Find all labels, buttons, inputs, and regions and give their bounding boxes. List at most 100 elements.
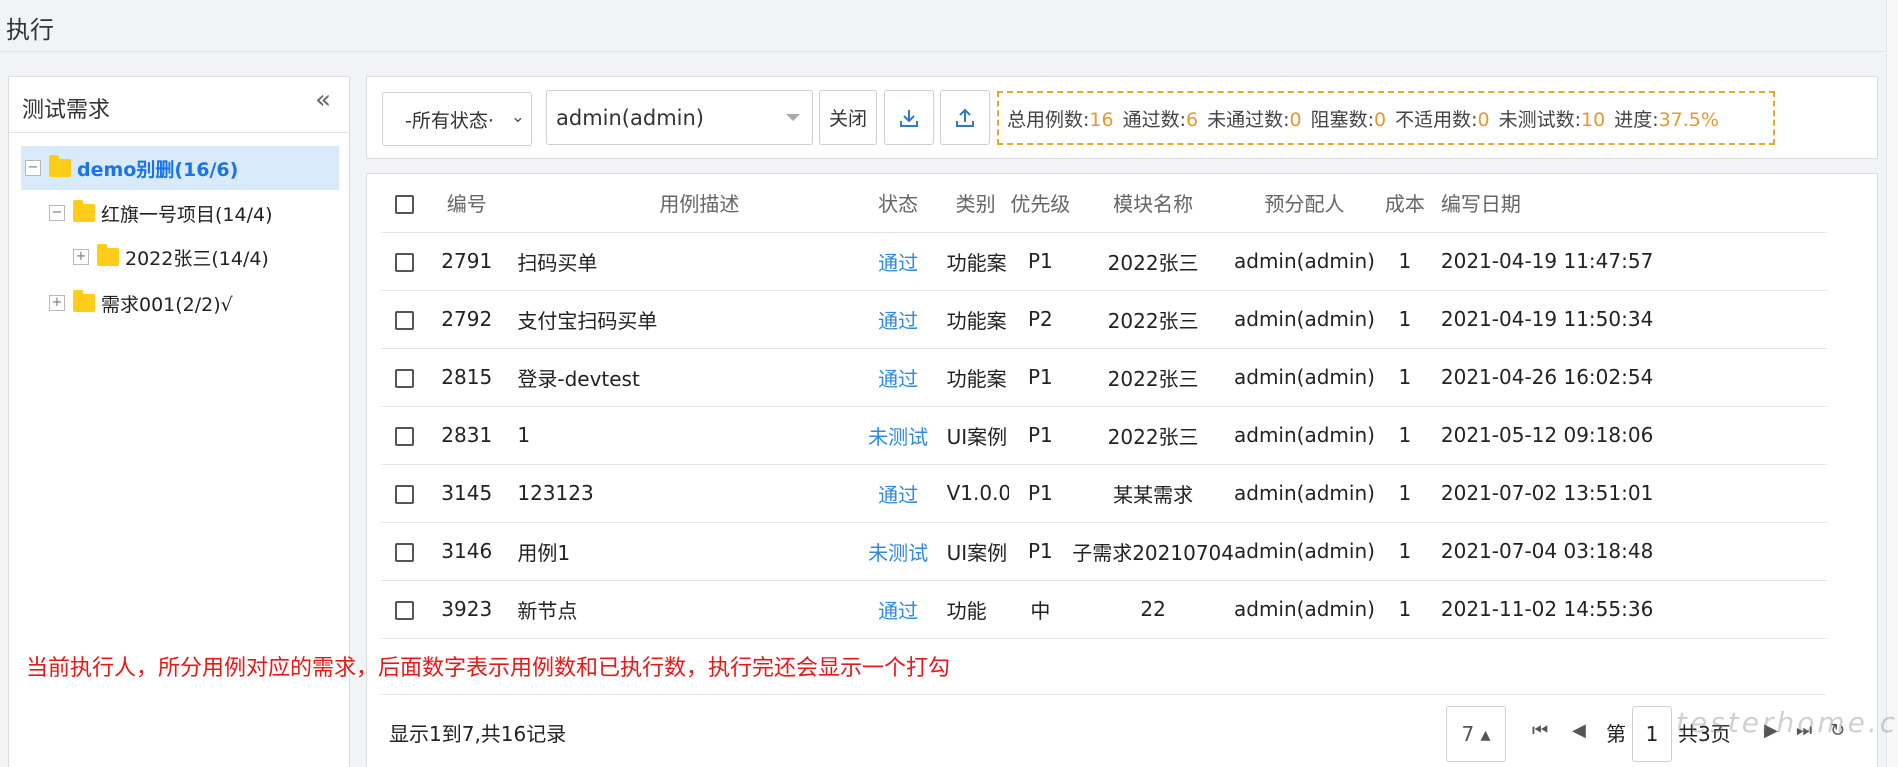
select-all-cell[interactable]	[381, 174, 429, 233]
status-filter-select[interactable]: -所有状态· ⌄	[382, 92, 532, 146]
collapse-panel-icon[interactable]: «	[315, 85, 331, 115]
stat-na: 不适用数:0	[1395, 108, 1490, 131]
folder-icon	[73, 290, 95, 312]
cell-assignee: admin(admin)	[1234, 232, 1375, 291]
cell-cost: 1	[1374, 464, 1435, 523]
row-checkbox[interactable]	[395, 311, 415, 330]
collapse-toggle-icon[interactable]: −	[25, 160, 41, 176]
stat-total: 总用例数:16	[1007, 108, 1114, 131]
select-all-checkbox[interactable]	[395, 194, 415, 214]
cell-cost: 1	[1374, 522, 1435, 581]
red-annotation-text: 当前执行人，所分用例对应的需求，后面数字表示用例数和已执行数，执行完还会显示一个…	[26, 656, 951, 681]
cell-desc: 新节点	[505, 580, 854, 639]
header-module[interactable]: 模块名称	[1072, 174, 1234, 233]
row-select-cell[interactable]	[381, 348, 429, 407]
table-row[interactable]: 3145 123123 通过 V1.0.0 P1 某某需求 admin(admi…	[381, 464, 1827, 523]
stat-progress: 进度:37.5%	[1614, 108, 1719, 131]
record-count: 显示1到7,共16记录	[389, 722, 567, 746]
header-date[interactable]: 编写日期	[1434, 174, 1827, 233]
cell-status-link[interactable]: 通过	[853, 464, 943, 523]
cell-priority: P1	[1008, 522, 1073, 581]
cell-id: 2791	[428, 232, 506, 291]
cell-status-link[interactable]: 通过	[853, 348, 943, 407]
row-select-cell[interactable]	[381, 232, 429, 291]
row-checkbox[interactable]	[395, 601, 415, 620]
watermark-logo: testerhome.com	[1676, 706, 1898, 739]
header-type[interactable]: 类别	[942, 174, 1009, 233]
header-priority[interactable]: 优先级	[1008, 174, 1073, 233]
requirements-panel-header: 测试需求 «	[9, 77, 349, 133]
footer-divider	[380, 694, 1826, 695]
cell-assignee: admin(admin)	[1234, 464, 1375, 523]
cell-assignee: admin(admin)	[1234, 290, 1375, 349]
row-checkbox[interactable]	[395, 543, 415, 562]
tree-node-2022zhangsan[interactable]: + 2022张三(14/4)	[73, 235, 269, 279]
cell-assignee: admin(admin)	[1234, 580, 1375, 639]
cell-desc: 用例1	[505, 522, 854, 581]
prev-page-icon[interactable]: ◀	[1572, 720, 1586, 741]
cell-module: 2022张三	[1072, 406, 1234, 465]
row-select-cell[interactable]	[381, 522, 429, 581]
cell-module: 某某需求	[1072, 464, 1234, 523]
header-desc[interactable]: 用例描述	[505, 174, 854, 233]
cell-date: 2021-11-02 14:55:36	[1434, 580, 1827, 639]
page-number-input[interactable]: 1	[1632, 706, 1672, 762]
row-checkbox[interactable]	[395, 427, 415, 446]
cell-status-link[interactable]: 未测试	[853, 406, 943, 465]
cell-desc: 登录-devtest	[505, 348, 854, 407]
user-select[interactable]: admin(admin)	[546, 90, 813, 145]
table-row[interactable]: 2792 支付宝扫码买单 通过 功能案 P2 2022张三 admin(admi…	[381, 290, 1827, 349]
row-checkbox[interactable]	[395, 253, 415, 272]
header-assignee[interactable]: 预分配人	[1234, 174, 1375, 233]
header-status[interactable]: 状态	[853, 174, 943, 233]
upload-button[interactable]	[940, 90, 990, 145]
cell-date: 2021-05-12 09:18:06	[1434, 406, 1827, 465]
collapse-toggle-icon[interactable]: −	[49, 205, 65, 221]
page-size-select[interactable]: 7 ▴	[1446, 706, 1506, 762]
cell-type: UI案例	[942, 406, 1009, 465]
table-row[interactable]: 3923 新节点 通过 功能 中 22 admin(admin) 1 2021-…	[381, 580, 1827, 639]
table-header-row: 编号 用例描述 状态 类别 优先级 模块名称 预分配人 成本 编写日期	[381, 174, 1827, 233]
first-page-icon[interactable]: ⏮	[1532, 720, 1548, 741]
table-row[interactable]: 2791 扫码买单 通过 功能案 P1 2022张三 admin(admin) …	[381, 232, 1827, 291]
tree-node-label: 红旗一号项目(14/4)	[101, 203, 273, 226]
table-row[interactable]: 2831 1 未测试 UI案例 P1 2022张三 admin(admin) 1…	[381, 406, 1827, 465]
tree-node-demo[interactable]: − demo别删(16/6)	[21, 146, 339, 190]
cell-status-link[interactable]: 通过	[853, 232, 943, 291]
cell-type: UI案例	[942, 522, 1009, 581]
row-select-cell[interactable]	[381, 290, 429, 349]
folder-icon	[73, 200, 95, 222]
cell-id: 3923	[428, 580, 506, 639]
table-row[interactable]: 2815 登录-devtest 通过 功能案 P1 2022张三 admin(a…	[381, 348, 1827, 407]
table-row[interactable]: 3146 用例1 未测试 UI案例 P1 子需求20210704 admin(a…	[381, 522, 1827, 581]
cell-id: 2792	[428, 290, 506, 349]
cell-status-link[interactable]: 未测试	[853, 522, 943, 581]
cell-date: 2021-04-26 16:02:54	[1434, 348, 1827, 407]
close-button[interactable]: 关闭	[819, 90, 877, 145]
tree-node-xuqiu001[interactable]: + 需求001(2/2)√	[49, 281, 233, 325]
page-label: 第	[1606, 722, 1626, 746]
row-select-cell[interactable]	[381, 406, 429, 465]
cell-module: 22	[1072, 580, 1234, 639]
expand-toggle-icon[interactable]: +	[73, 249, 89, 265]
row-select-cell[interactable]	[381, 464, 429, 523]
expand-toggle-icon[interactable]: +	[49, 295, 65, 311]
chevron-down-icon: ⌄	[510, 107, 525, 127]
cell-status-link[interactable]: 通过	[853, 290, 943, 349]
stat-pass: 通过数:6	[1122, 108, 1199, 131]
tree-node-hongqi[interactable]: − 红旗一号项目(14/4)	[49, 191, 273, 235]
cell-assignee: admin(admin)	[1234, 348, 1375, 407]
header-id[interactable]: 编号	[428, 174, 506, 233]
cell-module: 子需求20210704	[1072, 522, 1234, 581]
header-cost[interactable]: 成本	[1374, 174, 1435, 233]
page-header: 执行	[0, 0, 1898, 52]
cell-status-link[interactable]: 通过	[853, 580, 943, 639]
row-select-cell[interactable]	[381, 580, 429, 639]
vertical-scrollbar[interactable]	[1886, 0, 1898, 767]
cell-priority: 中	[1008, 580, 1073, 639]
row-checkbox[interactable]	[395, 485, 415, 504]
download-button[interactable]	[884, 90, 934, 145]
row-checkbox[interactable]	[395, 369, 415, 388]
folder-icon	[97, 244, 119, 266]
cell-desc: 1	[505, 406, 854, 465]
